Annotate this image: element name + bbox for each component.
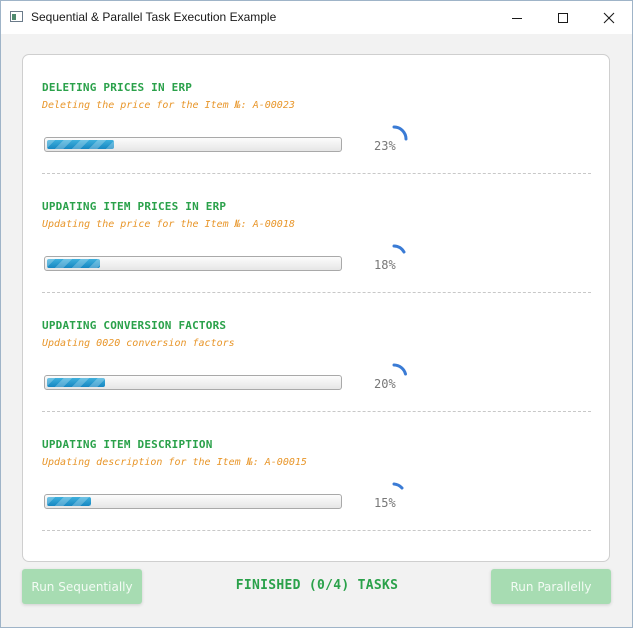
title-bar[interactable]: Sequential & Parallel Task Execution Exa…: [1, 1, 632, 34]
maximize-icon: [558, 12, 568, 23]
task-progress-percent: 15%: [374, 496, 396, 510]
tasks-panel: DELETING PRICES IN ERP Deleting the pric…: [22, 54, 610, 562]
app-window-icon: [10, 11, 23, 22]
task-message: Updating the price for the Item №: A-000…: [42, 219, 295, 230]
window-title: Sequential & Parallel Task Execution Exa…: [31, 10, 277, 24]
task-progress-bar: [44, 256, 342, 271]
task-progress-bar: [44, 494, 342, 509]
task-progress-bar: [44, 375, 342, 390]
task-progress-bar: [44, 137, 342, 152]
task-separator: [42, 530, 591, 531]
task-item: UPDATING CONVERSION FACTORS Updating 002…: [42, 293, 592, 412]
task-progress-fill: [47, 259, 100, 268]
close-button[interactable]: [586, 1, 632, 34]
task-title: DELETING PRICES IN ERP: [42, 81, 193, 94]
task-message: Updating 0020 conversion factors: [42, 338, 235, 349]
task-message: Updating description for the Item №: A-0…: [42, 457, 307, 468]
minimize-icon: [512, 17, 522, 19]
task-item: UPDATING ITEM PRICES IN ERP Updating the…: [42, 174, 592, 293]
task-progress-percent: 23%: [374, 139, 396, 153]
tasks-status-label: FINISHED (0/4) TASKS: [235, 578, 399, 593]
close-icon: [603, 12, 615, 23]
task-title: UPDATING ITEM DESCRIPTION: [42, 438, 213, 451]
task-title: UPDATING ITEM PRICES IN ERP: [42, 200, 227, 213]
task-progress-percent: 18%: [374, 258, 396, 272]
task-progress-fill: [47, 140, 114, 149]
run-sequentially-button[interactable]: Run Sequentially: [22, 569, 142, 604]
task-progress-percent: 20%: [374, 377, 396, 391]
task-title: UPDATING CONVERSION FACTORS: [42, 319, 227, 332]
minimize-button[interactable]: [494, 1, 540, 34]
task-progress-fill: [47, 378, 105, 387]
maximize-button[interactable]: [540, 1, 586, 34]
app-window: Sequential & Parallel Task Execution Exa…: [0, 0, 633, 628]
run-parallelly-button[interactable]: Run Parallelly: [491, 569, 611, 604]
task-item: UPDATING ITEM DESCRIPTION Updating descr…: [42, 412, 592, 531]
task-progress-fill: [47, 497, 91, 506]
task-item: DELETING PRICES IN ERP Deleting the pric…: [42, 55, 592, 174]
task-message: Deleting the price for the Item №: A-000…: [42, 100, 295, 111]
